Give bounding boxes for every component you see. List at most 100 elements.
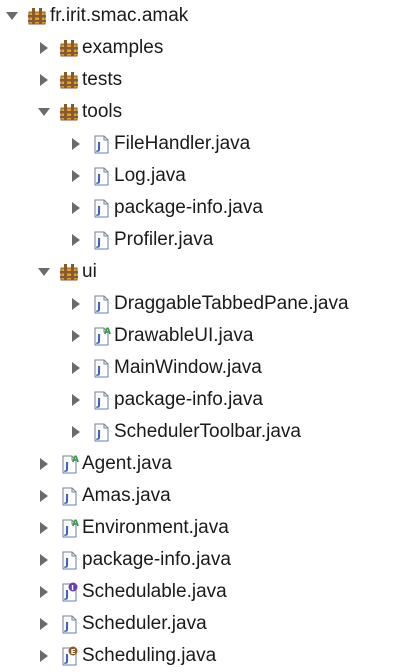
java-file-icon: J <box>59 550 79 570</box>
java-file-icon: J <box>59 614 79 634</box>
expand-arrow-down-icon[interactable] <box>34 102 54 122</box>
package-icon <box>59 102 79 122</box>
expand-arrow-right-icon[interactable] <box>66 422 86 442</box>
tree-row-label: SchedulerToolbar.java <box>114 421 301 442</box>
expand-arrow-right-icon[interactable] <box>34 486 54 506</box>
tree-row-label: FileHandler.java <box>114 133 251 154</box>
tree-row[interactable]: tools <box>0 96 394 128</box>
java-file-icon: J <box>91 294 111 314</box>
java-interface-file-icon: J I <box>59 582 79 602</box>
tree-row[interactable]: J A Environment.java <box>0 512 394 544</box>
tree-row-label: Scheduler.java <box>82 613 207 634</box>
expand-arrow-right-icon[interactable] <box>34 582 54 602</box>
tree-row[interactable]: J MainWindow.java <box>0 352 394 384</box>
java-file-icon: J <box>59 486 79 506</box>
tree-row-label: Profiler.java <box>114 229 214 250</box>
tree-row-label: Amas.java <box>82 485 171 506</box>
expand-arrow-right-icon[interactable] <box>66 166 86 186</box>
expand-arrow-right-icon[interactable] <box>66 198 86 218</box>
expand-arrow-right-icon[interactable] <box>34 614 54 634</box>
java-file-icon: J <box>91 198 111 218</box>
tree-row[interactable]: fr.irit.smac.amak <box>0 0 394 32</box>
tree-row[interactable]: J package-info.java <box>0 544 394 576</box>
svg-text:J: J <box>96 140 101 153</box>
tree-row-label: DraggableTabbedPane.java <box>114 293 349 314</box>
svg-text:A: A <box>72 455 79 465</box>
svg-text:A: A <box>72 519 79 529</box>
tree-row[interactable]: J E Scheduling.java <box>0 640 394 672</box>
tree-row[interactable]: J SchedulerToolbar.java <box>0 416 394 448</box>
expand-arrow-right-icon[interactable] <box>66 358 86 378</box>
expand-arrow-down-icon[interactable] <box>2 6 22 26</box>
svg-text:J: J <box>96 364 101 377</box>
package-explorer-tree: fr.irit.smac.amak examples tests tools J… <box>0 0 394 669</box>
tree-row[interactable]: J DraggableTabbedPane.java <box>0 288 394 320</box>
tree-row[interactable]: J A Agent.java <box>0 448 394 480</box>
expand-arrow-right-icon[interactable] <box>66 390 86 410</box>
expand-arrow-right-icon[interactable] <box>66 294 86 314</box>
package-icon <box>59 38 79 58</box>
tree-row-label: Agent.java <box>82 453 172 474</box>
expand-arrow-right-icon[interactable] <box>66 134 86 154</box>
svg-text:E: E <box>71 648 76 656</box>
java-file-icon: J <box>91 422 111 442</box>
tree-row[interactable]: ui <box>0 256 394 288</box>
tree-row-label: Scheduling.java <box>82 645 217 666</box>
package-icon <box>59 262 79 282</box>
svg-text:J: J <box>64 652 69 665</box>
svg-text:J: J <box>64 524 69 537</box>
tree-row-label: fr.irit.smac.amak <box>50 5 189 26</box>
expand-arrow-right-icon[interactable] <box>34 454 54 474</box>
expand-arrow-right-icon[interactable] <box>66 326 86 346</box>
tree-row[interactable]: J package-info.java <box>0 384 394 416</box>
tree-row[interactable]: J Log.java <box>0 160 394 192</box>
svg-text:J: J <box>96 236 101 249</box>
tree-row[interactable]: tests <box>0 64 394 96</box>
tree-row-label: Schedulable.java <box>82 581 227 602</box>
tree-row-label: package-info.java <box>114 197 263 218</box>
tree-row[interactable]: J Profiler.java <box>0 224 394 256</box>
svg-text:J: J <box>64 460 69 473</box>
svg-text:J: J <box>64 620 69 633</box>
expand-arrow-right-icon[interactable] <box>34 70 54 90</box>
tree-row-label: Environment.java <box>82 517 229 538</box>
package-icon <box>59 70 79 90</box>
tree-row[interactable]: J FileHandler.java <box>0 128 394 160</box>
svg-text:J: J <box>96 172 101 185</box>
expand-arrow-right-icon[interactable] <box>34 550 54 570</box>
package-icon <box>27 6 47 26</box>
java-enum-file-icon: J E <box>59 646 79 666</box>
tree-row-label: package-info.java <box>114 389 263 410</box>
tree-row[interactable]: J I Schedulable.java <box>0 576 394 608</box>
tree-row[interactable]: J package-info.java <box>0 192 394 224</box>
expand-arrow-right-icon[interactable] <box>66 230 86 250</box>
tree-row-label: MainWindow.java <box>114 357 262 378</box>
svg-text:J: J <box>96 428 101 441</box>
expand-arrow-right-icon[interactable] <box>34 38 54 58</box>
tree-row[interactable]: J Amas.java <box>0 480 394 512</box>
expand-arrow-down-icon[interactable] <box>34 262 54 282</box>
tree-row[interactable]: examples <box>0 32 394 64</box>
svg-text:J: J <box>64 556 69 569</box>
tree-row[interactable]: J Scheduler.java <box>0 608 394 640</box>
tree-row-label: ui <box>82 261 97 282</box>
svg-text:I: I <box>71 584 74 592</box>
tree-row-label: tools <box>82 101 123 122</box>
java-file-icon: J <box>91 230 111 250</box>
java-abstract-file-icon: J A <box>59 518 79 538</box>
expand-arrow-right-icon[interactable] <box>34 646 54 666</box>
tree-row-label: DrawableUI.java <box>114 325 254 346</box>
expand-arrow-right-icon[interactable] <box>34 518 54 538</box>
svg-text:J: J <box>96 300 101 313</box>
tree-row-label: package-info.java <box>82 549 231 570</box>
svg-text:J: J <box>96 332 101 345</box>
tree-row-label: tests <box>82 69 123 90</box>
tree-row[interactable]: J A DrawableUI.java <box>0 320 394 352</box>
java-file-icon: J <box>91 166 111 186</box>
svg-text:J: J <box>64 492 69 505</box>
java-file-icon: J <box>91 390 111 410</box>
java-file-icon: J <box>91 358 111 378</box>
java-abstract-file-icon: J A <box>91 326 111 346</box>
svg-text:A: A <box>104 327 111 337</box>
tree-row-label: Log.java <box>114 165 186 186</box>
